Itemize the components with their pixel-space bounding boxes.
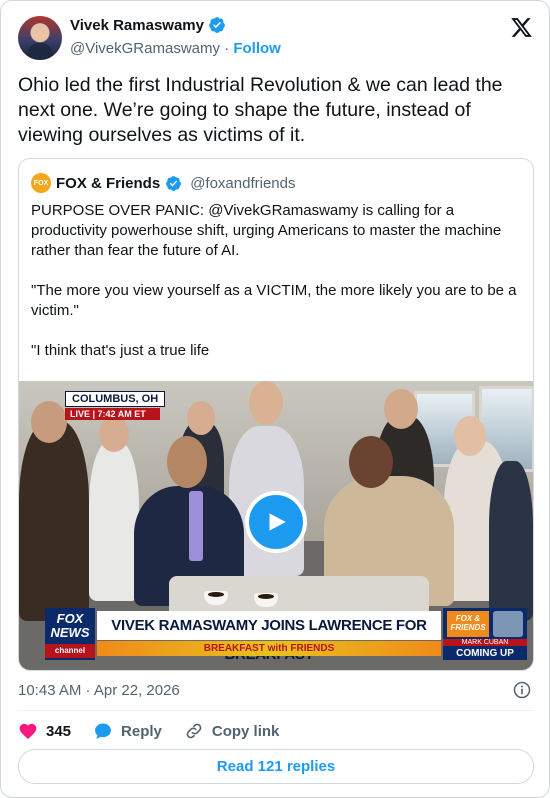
fox-news-channel-text: channel [45, 644, 95, 658]
play-icon [269, 513, 286, 531]
lower-third-subline: BREAKFAST with FRIENDS [97, 641, 441, 656]
play-button[interactable] [245, 491, 307, 553]
copy-link-label: Copy link [211, 722, 280, 740]
quoted-avatar: FOX [31, 173, 51, 193]
quoted-tweet[interactable]: FOX FOX & Friends @foxandfriends PURPOSE… [18, 158, 534, 671]
lower-third: FOX NEWS channel VIVEK RAMASWAMY JOINS L… [45, 608, 531, 663]
author-name[interactable]: Vivek Ramaswamy [70, 17, 204, 34]
person-scene [89, 441, 139, 601]
verified-badge-icon [166, 175, 182, 191]
tweet-text: Ohio led the first Industrial Revolution… [18, 74, 503, 146]
coming-up-label: COMING UP [456, 648, 514, 659]
quoted-paragraph: "The more you view yourself as a VICTIM,… [31, 282, 521, 319]
location-bug: COLUMBUS, OH LIVE | 7:42 AM ET [65, 391, 166, 420]
quoted-text: PURPOSE OVER PANIC: @VivekGRamaswamy is … [31, 201, 523, 381]
reply-bubble-icon [95, 723, 111, 739]
next-guest-name: MARK CUBAN [443, 639, 527, 646]
copy-link-button[interactable]: Copy link [184, 721, 280, 741]
person-scene [454, 416, 486, 456]
reply-button[interactable]: Reply [93, 721, 162, 741]
separator-dot: · [224, 40, 230, 57]
reply-label: Reply [121, 722, 162, 740]
quoted-author-handle: @foxandfriends [190, 174, 296, 192]
action-bar: 345 Reply Copy link [18, 720, 301, 742]
like-button[interactable]: 345 [18, 721, 71, 741]
person-scene [384, 389, 418, 429]
fox-friends-logo: FOX & FRIENDS [447, 611, 489, 637]
verified-badge-icon [209, 17, 225, 33]
person-scene [189, 491, 203, 561]
lower-third-headline: VIVEK RAMASWAMY JOINS LAWRENCE FOR BREAK… [97, 611, 441, 663]
info-icon[interactable] [512, 680, 532, 700]
video-thumbnail[interactable]: COLUMBUS, OH LIVE | 7:42 AM ET FOX NEWS … [19, 381, 533, 670]
like-count: 345 [46, 722, 72, 740]
live-label: LIVE | 7:42 AM ET [65, 408, 160, 420]
fox-news-logo: FOX NEWS channel [45, 608, 95, 660]
quoted-avatar-text: FOX [33, 179, 49, 187]
follow-button[interactable]: Follow [233, 40, 281, 57]
quoted-header: FOX FOX & Friends @foxandfriends [31, 173, 295, 193]
tweet-timestamp[interactable]: 10:43 AM · Apr 22, 2026 [18, 682, 180, 699]
avatar[interactable] [18, 16, 62, 60]
person-scene [99, 416, 129, 452]
person-scene [349, 436, 393, 488]
quoted-author-name: FOX & Friends [56, 174, 161, 192]
quoted-paragraph: PURPOSE OVER PANIC: @VivekGRamaswamy is … [31, 202, 506, 259]
guest-thumbnail [493, 611, 523, 637]
person-scene [489, 461, 533, 621]
person-scene [249, 381, 283, 425]
person-scene [31, 401, 67, 443]
person-scene [19, 421, 89, 621]
handle-row: @VivekGRamaswamy · Follow [70, 40, 281, 57]
divider [18, 710, 533, 711]
link-icon [186, 723, 202, 739]
coming-up-box: FOX & FRIENDS MARK CUBAN COMING UP [443, 608, 527, 660]
person-scene [187, 401, 215, 435]
author-name-row: Vivek Ramaswamy [70, 16, 226, 34]
author-handle[interactable]: @VivekGRamaswamy [70, 40, 220, 57]
heart-icon [19, 723, 37, 739]
fox-news-logo-text: FOX NEWS [50, 611, 90, 640]
read-replies-button[interactable]: Read 121 replies [18, 749, 534, 784]
x-logo-icon[interactable] [510, 16, 533, 39]
quoted-paragraph: "I think that's just a true life [31, 342, 210, 359]
person-scene [167, 436, 207, 488]
tweet-card: Vivek Ramaswamy @VivekGRamaswamy · Follo… [0, 0, 550, 798]
location-label: COLUMBUS, OH [65, 391, 166, 407]
